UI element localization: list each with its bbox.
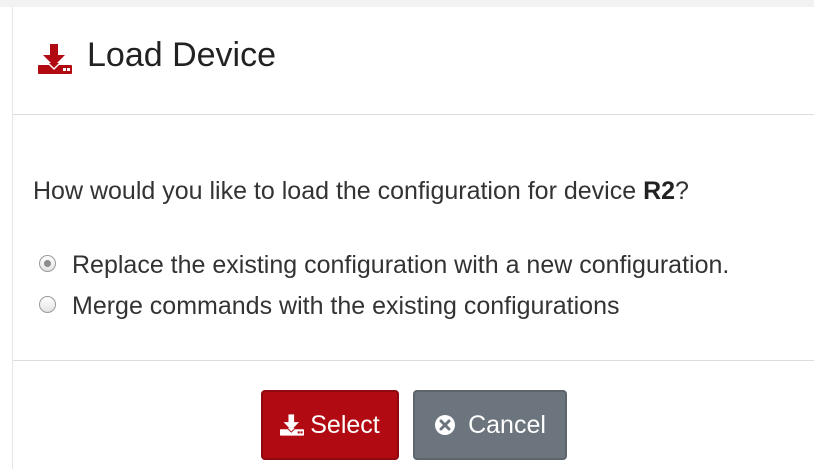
select-button[interactable]: Select <box>261 390 399 460</box>
merge-radio[interactable] <box>39 295 56 313</box>
question-text: How would you like to load the configura… <box>33 177 644 205</box>
load-question: How would you like to load the configura… <box>33 177 689 206</box>
load-device-dialog: Load Device How would you like to load t… <box>12 7 814 469</box>
select-button-label: Select <box>310 410 380 439</box>
replace-radio[interactable] <box>39 254 56 272</box>
option-merge[interactable]: Merge commands with the existing configu… <box>39 291 620 321</box>
page: Load Device How would you like to load t… <box>0 0 814 469</box>
footer-divider <box>13 360 814 361</box>
dialog-title: Load Device <box>87 36 277 74</box>
question-suffix: ? <box>675 177 689 205</box>
dialog-header: Load Device <box>13 7 814 115</box>
option-replace[interactable]: Replace the existing configuration with … <box>39 250 729 280</box>
download-icon <box>38 44 72 74</box>
download-icon <box>280 414 305 436</box>
option-merge-label: Merge commands with the existing configu… <box>72 291 620 320</box>
device-name: R2 <box>643 177 676 205</box>
close-circle-icon <box>434 414 456 436</box>
top-strip <box>0 0 814 7</box>
cancel-button[interactable]: Cancel <box>413 390 567 460</box>
cancel-button-label: Cancel <box>468 410 546 439</box>
option-replace-label: Replace the existing configuration with … <box>72 250 730 279</box>
